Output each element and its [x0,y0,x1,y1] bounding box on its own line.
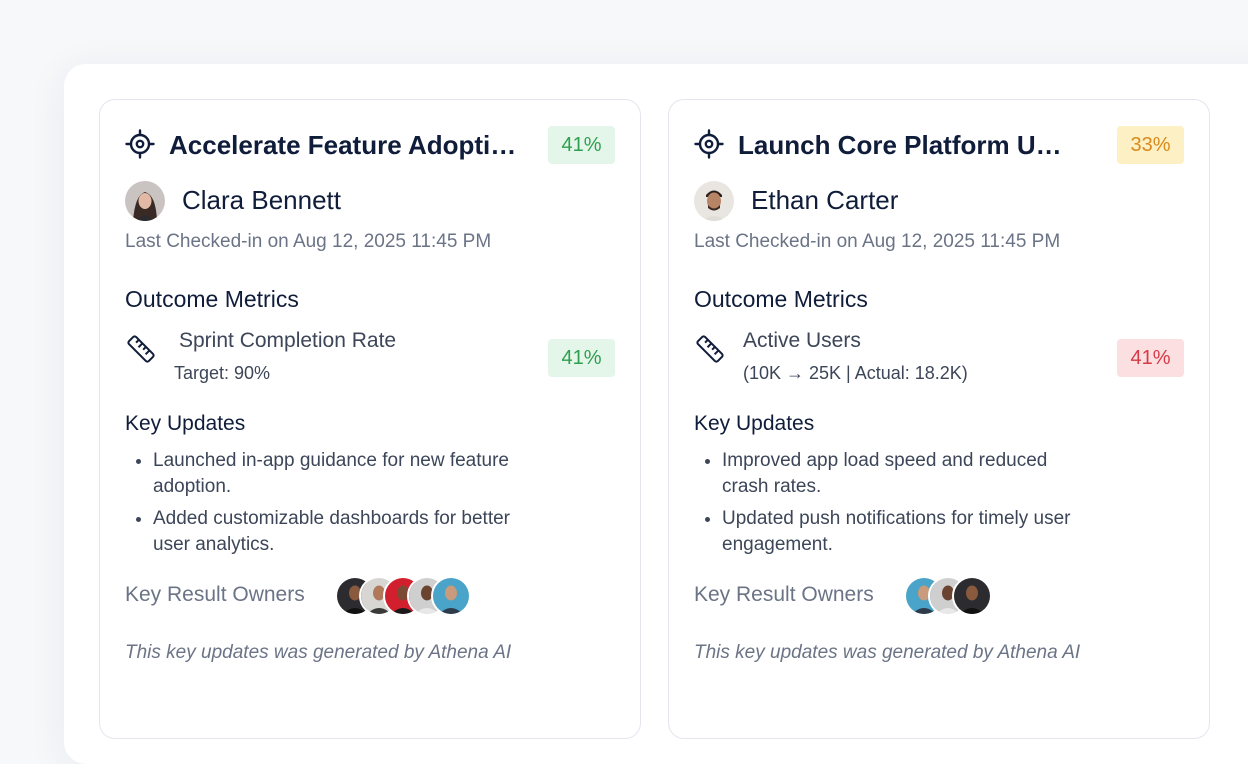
ruler-icon [127,335,155,363]
okr-title[interactable]: Launch Core Platform Upgrade [738,130,1076,161]
okr-title[interactable]: Accelerate Feature Adoption [169,130,521,161]
outcome-metrics-heading: Outcome Metrics [694,286,868,312]
metric-name: Sprint Completion Rate [179,329,397,352]
key-updates-list: Improved app load speed and reduced cras… [694,448,1094,564]
owner-name: Ethan Carter [751,185,899,215]
ai-generated-note: This key updates was generated by Athena… [694,642,1081,663]
metric-value-badge: 41% [548,339,615,377]
list-item: Added customizable dashboards for better… [125,506,525,558]
progress-badge: 41% [548,126,615,164]
avatar[interactable] [431,576,471,616]
progress-badge: 33% [1117,126,1184,164]
last-checkin: Last Checked-in on Aug 12, 2025 11:45 PM [694,231,1061,252]
list-item: Launched in-app guidance for new feature… [125,448,525,500]
avatar [125,181,165,221]
last-checkin: Last Checked-in on Aug 12, 2025 11:45 PM [125,231,492,252]
metric-value-badge: 41% [1117,339,1184,377]
metric-name: Active Users [743,329,861,352]
list-item: Updated push notifications for timely us… [694,506,1094,558]
key-updates-list: Launched in-app guidance for new feature… [125,448,525,564]
key-updates-heading: Key Updates [694,412,815,435]
avatar [694,181,734,221]
ai-generated-note: This key updates was generated by Athena… [125,642,512,663]
avatar[interactable] [952,576,992,616]
ruler-icon [696,335,724,363]
key-updates-heading: Key Updates [125,412,246,435]
list-item: Improved app load speed and reduced cras… [694,448,1094,500]
okr-title-row: Accelerate Feature Adoption 41% [125,126,615,166]
metric-target: (10K → 25K | Actual: 18.2K) [743,363,968,383]
outcome-metrics-heading: Outcome Metrics [125,286,299,312]
okr-title-row: Launch Core Platform Upgrade 33% [694,126,1184,166]
metric-target: Target: 90% [174,363,271,383]
okr-card[interactable]: Accelerate Feature Adoption 41% Clara Be… [99,99,641,739]
target-icon [125,129,155,159]
owner-name: Clara Bennett [182,185,341,215]
key-result-owners-label: Key Result Owners [125,583,305,606]
key-result-owners-label: Key Result Owners [694,583,874,606]
okr-card[interactable]: Launch Core Platform Upgrade 33% Ethan C… [668,99,1210,739]
target-icon [694,129,724,159]
